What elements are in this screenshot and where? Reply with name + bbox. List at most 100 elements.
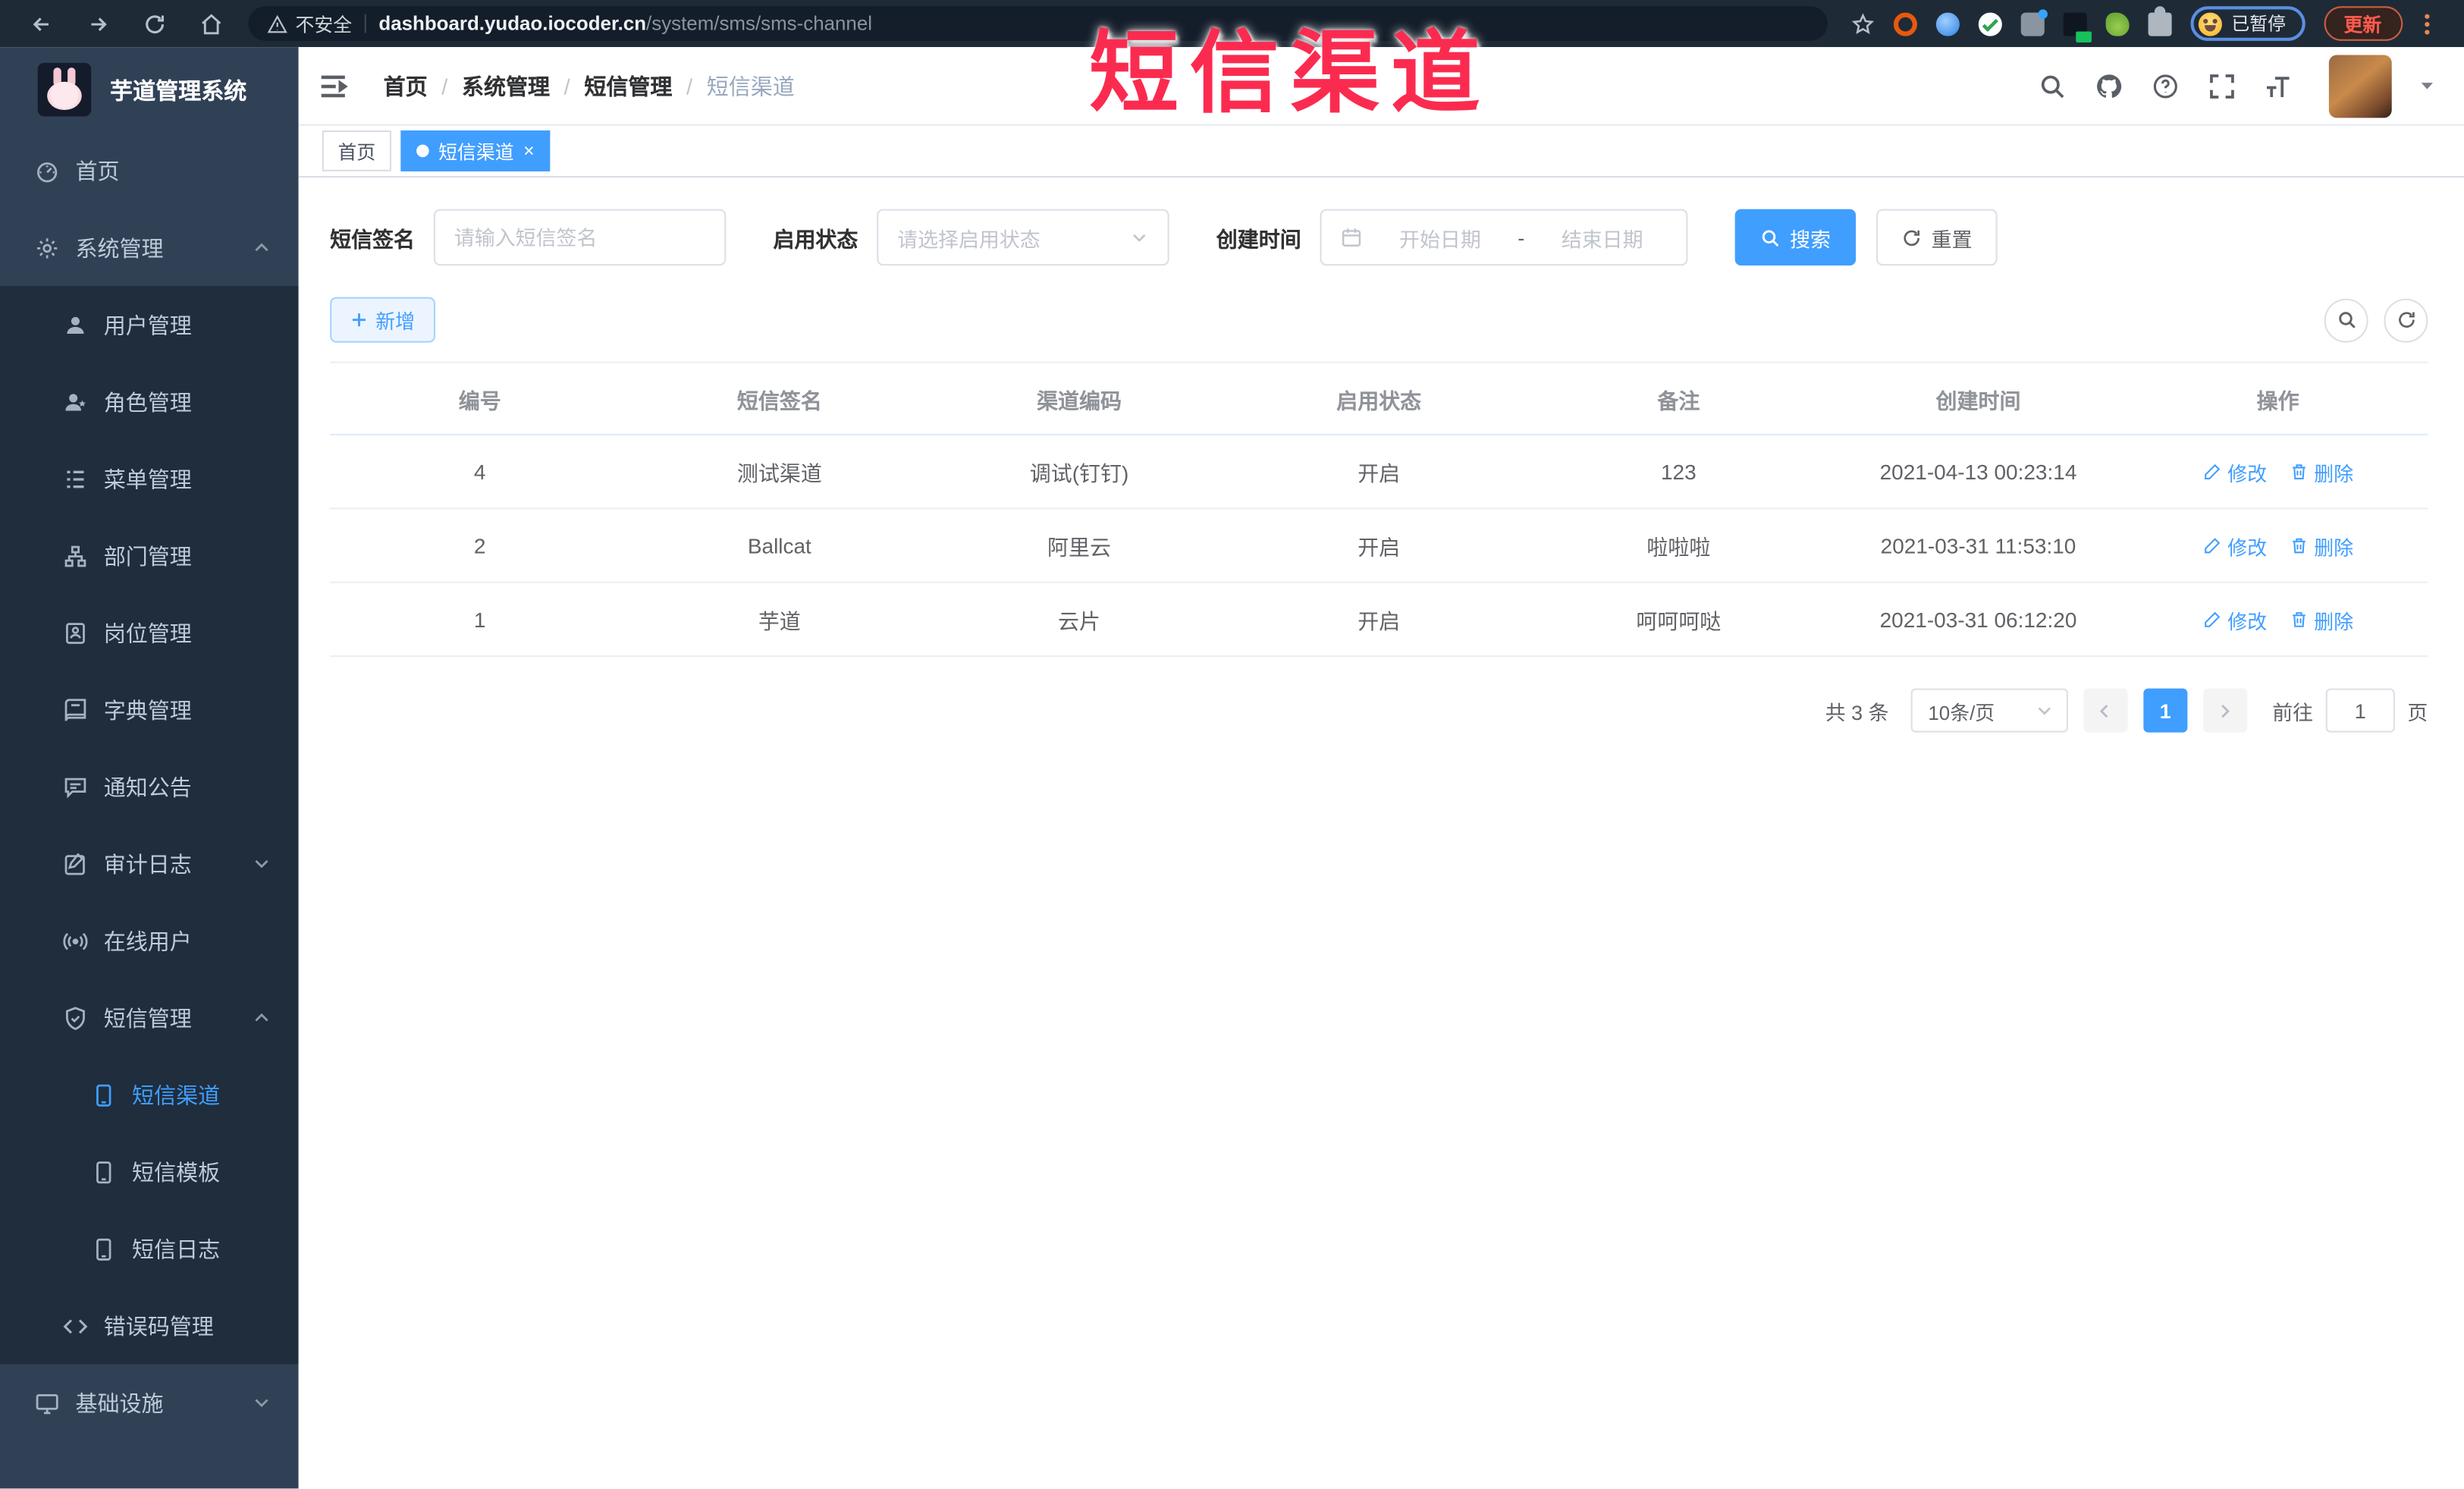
sidebar-item-home[interactable]: 首页 [0,132,299,209]
start-date-placeholder: 开始日期 [1399,227,1481,251]
fullscreen-icon[interactable] [2206,71,2236,100]
sidebar-item-error-codes[interactable]: 错误码管理 [0,1287,299,1365]
bookmark-star-icon[interactable] [1850,11,1875,36]
tab-home[interactable]: 首页 [322,130,391,171]
delete-link[interactable]: 删除 [2289,530,2353,560]
sidebar-filler [0,1441,299,1489]
reload-icon[interactable] [141,11,166,36]
delete-link[interactable]: 删除 [2289,605,2353,634]
phone-icon [91,1236,116,1261]
page-url: dashboard.yudao.iocoder.cn/system/sms/sm… [378,12,872,35]
table-settings [2324,297,2428,342]
sidebar-item-system[interactable]: 系统管理 [0,209,299,287]
audit-log-icon [63,851,88,876]
create-time-label: 创建时间 [1216,228,1301,252]
page-content: 短信签名 启用状态 请选择启用状态 创建时间 开始日期 - 结束日期 [298,177,2464,1489]
page-number-1[interactable]: 1 [2143,688,2188,733]
status-value: 开启 [1358,536,1401,560]
annotation-title: 短信渠道 [1088,24,1492,124]
status-select[interactable]: 请选择启用状态 [877,209,1169,266]
toggle-search-button[interactable] [2324,297,2368,342]
browser-extensions-area: 已暂停 更新 [1850,5,2429,42]
breadcrumb-home[interactable]: 首页 [384,70,428,101]
org-tree-icon [63,543,88,568]
header-actions [2036,54,2436,118]
help-icon[interactable] [2150,71,2180,100]
signature-input[interactable] [433,209,727,266]
extension-icon[interactable] [1978,11,2002,36]
user-icon [63,312,88,337]
app-logo-row[interactable]: 芋道管理系统 [0,47,299,132]
extension-icon[interactable] [1935,11,1960,36]
chevron-down-icon [1130,228,1149,247]
security-indicator[interactable]: 不安全 [267,10,352,36]
gear-icon [35,235,60,260]
extension-icon[interactable] [2105,11,2130,36]
sidebar-item-menus[interactable]: 菜单管理 [0,440,299,517]
phone-icon [91,1159,116,1184]
reset-button[interactable]: 重置 [1876,209,1998,266]
phone-icon [91,1082,116,1107]
font-size-icon[interactable] [2263,71,2293,100]
extension-icon[interactable] [2020,8,2048,36]
tab-sms-channel[interactable]: 短信渠道 × [400,130,551,171]
prev-page-button[interactable] [2083,688,2128,733]
chevron-down-icon [2035,701,2054,720]
browser-menu-icon[interactable] [2424,13,2429,34]
back-icon[interactable] [28,11,53,36]
browser-update-button[interactable]: 更新 [2323,6,2403,41]
post-badge-icon [63,620,88,645]
dictionary-icon [63,697,88,722]
sidebar-item-dictionary[interactable]: 字典管理 [0,671,299,749]
sidebar-item-sms-log[interactable]: 短信日志 [0,1211,299,1288]
sidebar-item-posts[interactable]: 岗位管理 [0,594,299,671]
home-icon[interactable] [198,11,223,36]
forward-icon[interactable] [85,11,110,36]
chevron-down-icon [253,1394,271,1412]
sidebar-item-roles[interactable]: 角色管理 [0,363,299,441]
next-page-button[interactable] [2203,688,2248,733]
sidebar-item-sms-template[interactable]: 短信模板 [0,1133,299,1211]
delete-link[interactable]: 删除 [2289,457,2353,486]
chevron-up-icon [253,239,271,256]
sms-shield-icon [63,1005,88,1030]
page-size-select[interactable]: 10条/页 [1910,688,2068,733]
extension-icon[interactable] [1893,11,1917,36]
status-label: 启用状态 [773,228,858,252]
sidebar-item-users[interactable]: 用户管理 [0,286,299,363]
sidebar-item-sms-channel[interactable]: 短信渠道 [0,1056,299,1133]
browser-nav-buttons [16,11,233,36]
date-range-picker[interactable]: 开始日期 - 结束日期 [1320,209,1688,266]
monitor-icon [35,1390,60,1415]
edit-link[interactable]: 修改 [2202,605,2267,634]
table-row: 2 Ballcat 阿里云 开启 啦啦啦 2021-03-31 11:53:10… [330,509,2428,583]
extension-icon[interactable] [2063,11,2092,42]
avatar[interactable] [2328,54,2392,118]
online-user-icon [63,928,88,953]
sidebar-item-departments[interactable]: 部门管理 [0,517,299,595]
sidebar-item-sms[interactable]: 短信管理 [0,979,299,1057]
sidebar-item-audit-log[interactable]: 审计日志 [0,825,299,903]
table-row: 4 测试渠道 调试(钉钉) 开启 123 2021-04-13 00:23:14… [330,435,2428,510]
github-icon[interactable] [2093,71,2123,100]
sidebar-item-announcements[interactable]: 通知公告 [0,748,299,825]
edit-link[interactable]: 修改 [2202,457,2267,486]
breadcrumb-system[interactable]: 系统管理 [462,70,550,101]
hamburger-icon[interactable] [318,70,349,101]
warning-icon [267,14,287,34]
browser-profile-badge[interactable]: 已暂停 [2190,6,2305,41]
sidebar-item-online-users[interactable]: 在线用户 [0,902,299,979]
sidebar-item-infrastructure[interactable]: 基础设施 [0,1365,299,1442]
address-bar[interactable]: 不安全 dashboard.yudao.iocoder.cn/system/sm… [248,6,1828,41]
refresh-button[interactable] [2384,297,2428,342]
goto-page-input[interactable] [2325,688,2395,733]
search-button[interactable]: 搜索 [1734,209,1857,266]
caret-down-icon[interactable] [2418,77,2436,95]
close-tab-icon[interactable]: × [523,141,535,160]
edit-link[interactable]: 修改 [2202,530,2267,560]
search-icon[interactable] [2036,71,2066,100]
breadcrumb-sms[interactable]: 短信管理 [584,70,672,101]
add-button[interactable]: 新增 [330,297,436,343]
extensions-menu-icon[interactable] [2148,5,2172,36]
breadcrumb-current: 短信渠道 [706,73,795,99]
